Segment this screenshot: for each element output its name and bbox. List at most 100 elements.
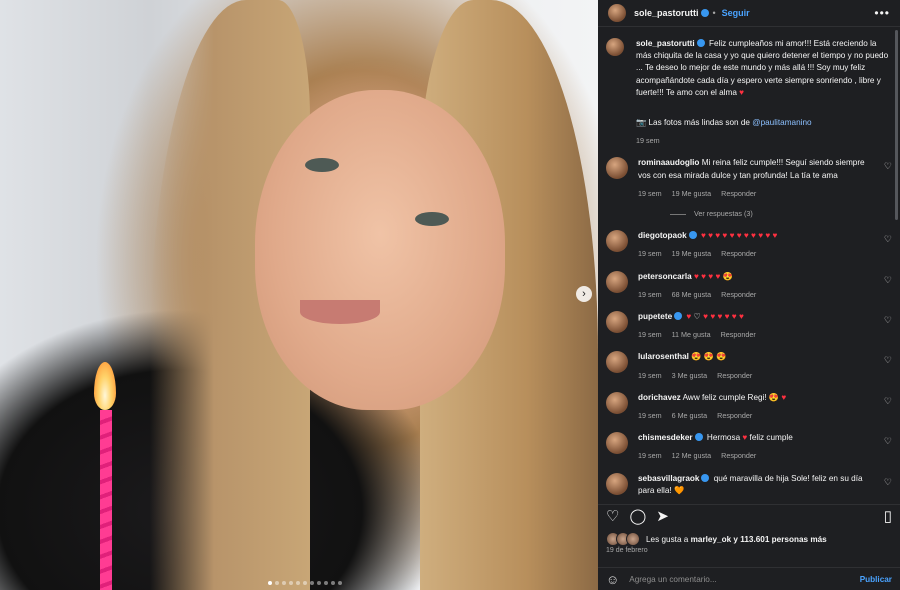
comment-text: ♥ ♡ ♥ ♥ ♥ ♥ ♥ ♥ — [686, 312, 744, 322]
comment-likes[interactable]: 68 Me gusta — [672, 290, 712, 299]
emoji-icon[interactable]: ☺ — [606, 572, 619, 587]
avatar[interactable] — [606, 157, 628, 180]
caption-meta: 19 sem — [636, 135, 892, 147]
heart-icon[interactable]: ♡ — [884, 314, 892, 326]
carousel-dot[interactable] — [282, 581, 286, 585]
heart-icon[interactable]: ♡ — [884, 274, 892, 286]
follow-button[interactable]: Seguir — [722, 8, 750, 18]
post-date: 19 de febrero — [606, 547, 648, 554]
carousel-dot[interactable] — [338, 581, 342, 585]
comment-time: 19 sem — [638, 451, 662, 461]
separator-dot: • — [712, 8, 716, 18]
verified-icon — [696, 39, 705, 47]
view-replies-button[interactable]: Ver respuestas (3) — [670, 208, 878, 220]
likes-user[interactable]: marley_ok — [691, 535, 732, 544]
comment-item: dorichavez Aww feliz cumple Regi! 😍 ♥ 19 … — [606, 391, 892, 422]
comment-likes[interactable]: 11 Me gusta — [672, 330, 711, 339]
carousel-dot[interactable] — [324, 581, 328, 585]
comments-scroll[interactable]: sole_pastorutti Feliz cumpleaños mi amor… — [598, 26, 900, 504]
comment-username[interactable]: rominaaudoglio — [638, 158, 699, 167]
carousel-dot[interactable] — [303, 581, 307, 585]
carousel-dot[interactable] — [317, 581, 321, 585]
reply-button[interactable]: Responder — [721, 249, 756, 258]
bookmark-icon[interactable]: ▯ — [884, 507, 892, 525]
share-icon[interactable]: ➤ — [656, 507, 669, 525]
avatar[interactable] — [606, 351, 628, 374]
avatar[interactable] — [606, 432, 628, 455]
comment-username[interactable]: chismesdeker — [638, 433, 693, 442]
avatar[interactable] — [606, 230, 628, 253]
reply-button[interactable]: Responder — [721, 330, 756, 339]
comment-item: diegotopaok ♥ ♥ ♥ ♥ ♥ ♥ ♥ ♥ ♥ ♥ ♥ 19 sem 1… — [606, 230, 892, 260]
carousel-dot[interactable] — [331, 581, 335, 585]
heart-icon[interactable]: ♡ — [884, 354, 892, 366]
comment-item: rominaaudoglio Mi reina feliz cumple!!! … — [606, 157, 892, 220]
photo-credit-link[interactable]: @paulitamanino — [752, 118, 811, 127]
caption-username[interactable]: sole_pastorutti — [636, 39, 695, 48]
publish-button[interactable]: Publicar — [860, 575, 892, 584]
reply-button[interactable]: Responder — [717, 371, 752, 380]
comment-body: pupetete ♥ ♡ ♥ ♥ ♥ ♥ ♥ ♥ 19 sem 11 Me gust… — [638, 311, 892, 341]
verified-icon — [688, 231, 697, 240]
comment-body: dorichavez Aww feliz cumple Regi! 😍 ♥ 19 … — [638, 392, 892, 422]
comment-body: petersoncarla ♥ ♥ ♥ ♥ 😍 19 sem 68 Me gusta… — [638, 271, 892, 301]
heart-icon[interactable]: ♡ — [884, 476, 892, 488]
avatar[interactable] — [606, 472, 628, 495]
avatar[interactable] — [606, 270, 628, 293]
reply-button[interactable]: Responder — [721, 290, 756, 299]
comment-likes[interactable]: 3 Me gusta — [672, 371, 708, 380]
comment-username[interactable]: petersoncarla — [638, 272, 692, 281]
comment-likes[interactable]: 19 Me gusta — [672, 189, 712, 198]
avatar[interactable] — [608, 4, 626, 22]
comment-text: ♥ ♥ ♥ ♥ 😍 — [693, 271, 733, 281]
verified-icon — [700, 9, 709, 17]
likes-suffix[interactable]: y 113.601 personas más — [733, 535, 826, 544]
comment-username[interactable]: diegotopaok — [638, 231, 687, 240]
comment-likes[interactable]: 12 Me gusta — [672, 451, 712, 460]
avatar[interactable] — [606, 38, 624, 56]
avatar[interactable] — [606, 391, 628, 414]
scrollbar[interactable] — [895, 30, 898, 220]
reply-button[interactable]: Responder — [721, 189, 756, 198]
comment-likes[interactable]: 6 Me gusta — [672, 411, 708, 420]
comment-meta: 19 sem 3 Me gusta Responder — [638, 370, 878, 382]
comment-item: sebasvillagraok qué maravilla de hija So… — [606, 472, 892, 497]
caption-time: 19 sem — [636, 136, 660, 146]
likes-prefix: Les gusta a — [646, 534, 689, 544]
carousel-dot[interactable] — [275, 581, 279, 585]
header-username[interactable]: sole_pastorutti — [634, 8, 699, 18]
action-bar: ♡ ◯ ➤ ▯ — [598, 504, 900, 527]
heart-icon[interactable]: ♡ — [884, 160, 892, 172]
carousel-dot[interactable] — [310, 581, 314, 585]
post-sidebar: sole_pastorutti • Seguir ••• sole_pastor… — [598, 0, 900, 590]
comment-username[interactable]: sebasvillagraok — [638, 474, 699, 483]
photo-eye-left — [305, 158, 339, 172]
heart-icon[interactable]: ♡ — [884, 435, 892, 447]
verified-icon — [694, 433, 703, 442]
carousel-dot[interactable] — [268, 581, 272, 585]
photo-credit-prefix: Las fotos más lindas son de — [648, 118, 750, 128]
heart-icon[interactable]: ♡ — [884, 395, 892, 407]
reply-button[interactable]: Responder — [721, 451, 756, 460]
comment-likes[interactable]: 19 Me gusta — [672, 249, 712, 258]
comment-username[interactable]: pupetete — [638, 312, 672, 321]
carousel-dot[interactable] — [296, 581, 300, 585]
heart-icon[interactable]: ♡ — [884, 233, 892, 245]
comment-input[interactable] — [627, 573, 860, 585]
comment-time: 19 sem — [638, 249, 662, 259]
photo-face — [255, 90, 505, 410]
comment-meta: 19 sem 11 Me gusta Responder — [638, 329, 878, 341]
next-arrow-icon[interactable]: › — [576, 286, 592, 302]
comment-body: sebasvillagraok qué maravilla de hija So… — [638, 473, 892, 497]
liker-avatars — [606, 532, 640, 546]
avatar[interactable] — [606, 311, 628, 334]
reply-button[interactable]: Responder — [717, 411, 752, 420]
carousel-dot[interactable] — [289, 581, 293, 585]
comment-username[interactable]: dorichavez — [638, 393, 681, 402]
post-photo[interactable]: › — [0, 0, 598, 590]
comment-meta: 19 sem 6 Me gusta Responder — [638, 410, 878, 422]
comment-icon[interactable]: ◯ — [629, 507, 646, 525]
heart-icon[interactable]: ♡ — [606, 507, 619, 525]
more-icon[interactable]: ••• — [874, 6, 890, 20]
comment-username[interactable]: lularosenthal — [638, 352, 689, 361]
